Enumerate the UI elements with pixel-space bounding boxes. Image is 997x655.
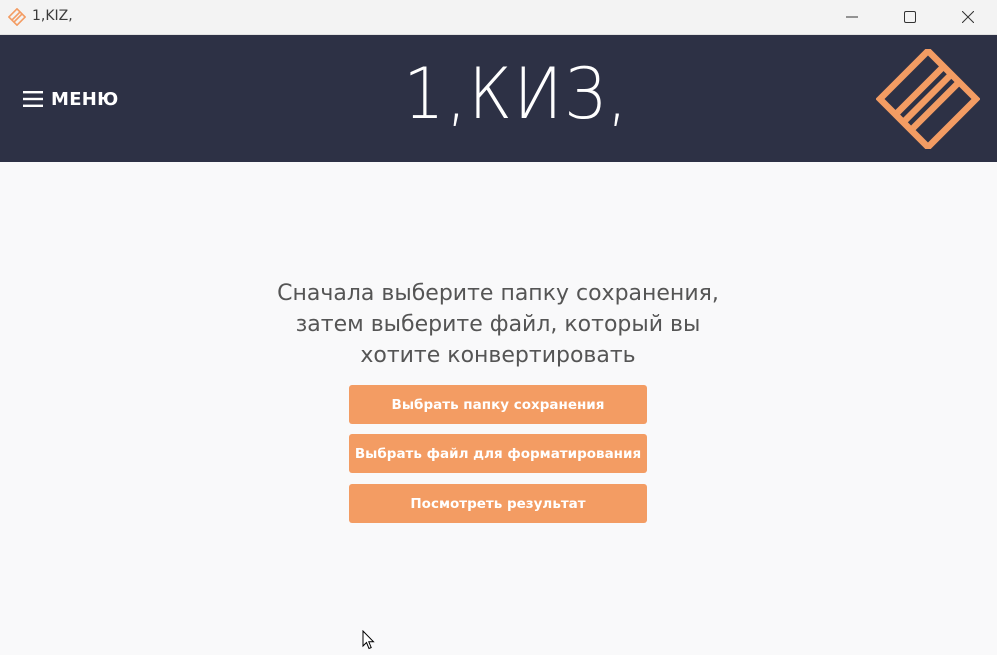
maximize-button[interactable] <box>881 0 939 34</box>
choose-save-folder-button[interactable]: Выбрать папку сохранения <box>349 385 647 424</box>
maximize-icon <box>904 11 916 23</box>
mouse-cursor-icon <box>362 630 375 650</box>
app-icon <box>8 8 26 26</box>
close-button[interactable] <box>939 0 997 34</box>
app-header: МЕНЮ 1,КИЗ, <box>0 35 997 162</box>
instruction-line: затем выберите файл, который вы <box>295 312 701 337</box>
window-titlebar[interactable]: 1,KIZ, <box>0 0 997 35</box>
minimize-icon <box>846 16 858 18</box>
choose-file-button[interactable]: Выбрать файл для форматирования <box>349 434 647 473</box>
instruction-line: Сначала выберите папку сохранения, <box>277 281 719 306</box>
menu-button[interactable]: МЕНЮ <box>23 86 119 112</box>
hamburger-menu-icon <box>23 91 43 107</box>
app-logo-text: 1,КИЗ, <box>403 53 630 135</box>
close-icon <box>962 11 974 23</box>
minimize-button[interactable] <box>823 0 881 34</box>
instruction-line: хотите конвертировать <box>360 343 636 368</box>
view-result-button[interactable]: Посмотреть результат <box>349 484 647 523</box>
instruction-text: Сначала выберите папку сохранения, затем… <box>248 278 748 371</box>
diamond-stripes-logo-icon <box>876 49 980 149</box>
menu-label: МЕНЮ <box>51 88 119 110</box>
window-title: 1,KIZ, <box>32 8 73 24</box>
